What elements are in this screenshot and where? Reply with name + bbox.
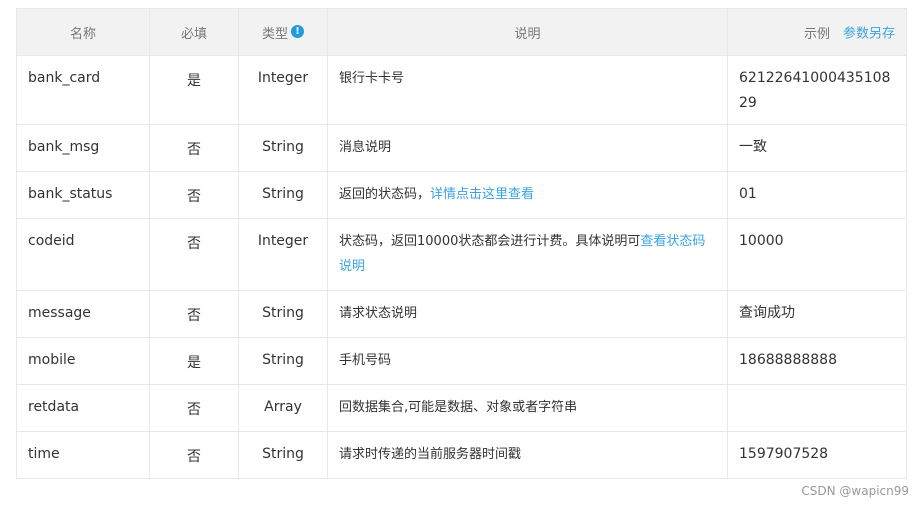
param-description: 返回的状态码，详情点击这里查看	[327, 171, 728, 219]
header-type: 类型!	[238, 8, 328, 56]
param-name: bank_msg	[16, 124, 150, 172]
header-type-label: 类型	[261, 26, 288, 42]
param-name: mobile	[16, 337, 150, 385]
info-circle-icon[interactable]: !	[291, 24, 304, 38]
param-required: 否	[149, 171, 239, 219]
param-name: message	[16, 290, 150, 338]
param-required: 否	[149, 384, 239, 432]
param-name: retdata	[16, 384, 150, 432]
save-params-link[interactable]: 参数另存	[843, 23, 895, 42]
details-link[interactable]: 详情点击这里查看	[430, 187, 534, 202]
param-required: 否	[149, 431, 239, 479]
param-type: String	[238, 290, 328, 338]
param-type: String	[238, 124, 328, 172]
description-text: 状态码，返回10000状态都会进行计费。具体说明可	[339, 234, 641, 249]
watermark: CSDN @wapicn99	[801, 484, 909, 498]
param-example: 1597907528	[727, 431, 907, 479]
param-type: String	[238, 337, 328, 385]
param-description: 消息说明	[327, 124, 728, 172]
param-required: 否	[149, 290, 239, 338]
header-required: 必填	[149, 8, 239, 56]
param-description: 请求状态说明	[327, 290, 728, 338]
param-description: 手机号码	[327, 337, 728, 385]
table-row: codeid 否 Integer 状态码，返回10000状态都会进行计费。具体说…	[16, 218, 907, 291]
table-row: bank_card 是 Integer 银行卡卡号 62122641000435…	[16, 55, 907, 125]
param-example: 01	[727, 171, 907, 219]
param-name: codeid	[16, 218, 150, 291]
description-text: 返回的状态码，	[339, 187, 431, 202]
param-type: String	[238, 431, 328, 479]
param-required: 否	[149, 218, 239, 291]
header-example: 示例 参数另存	[727, 8, 907, 56]
param-example: 一致	[727, 124, 907, 172]
table-row: retdata 否 Array 回数据集合,可能是数据、对象或者字符串	[16, 384, 907, 432]
param-description: 回数据集合,可能是数据、对象或者字符串	[327, 384, 728, 432]
param-description: 状态码，返回10000状态都会进行计费。具体说明可查看状态码说明	[327, 218, 728, 291]
param-name: time	[16, 431, 150, 479]
param-example: 6212264100043510829	[727, 55, 907, 125]
table-header-row: 名称 必填 类型! 说明 示例 参数另存	[16, 8, 907, 56]
param-example: 查询成功	[727, 290, 907, 338]
param-required: 是	[149, 55, 239, 125]
param-example: 10000	[727, 218, 907, 291]
header-description: 说明	[327, 8, 728, 56]
param-required: 否	[149, 124, 239, 172]
table-row: message 否 String 请求状态说明 查询成功	[16, 290, 907, 338]
header-name: 名称	[16, 8, 150, 56]
param-name: bank_card	[16, 55, 150, 125]
param-name: bank_status	[16, 171, 150, 219]
table-row: bank_msg 否 String 消息说明 一致	[16, 124, 907, 172]
param-type: Integer	[238, 218, 328, 291]
param-example: 18688888888	[727, 337, 907, 385]
param-type: Array	[238, 384, 328, 432]
param-required: 是	[149, 337, 239, 385]
params-table: 名称 必填 类型! 说明 示例 参数另存 bank_card 是 Integer…	[16, 8, 907, 479]
param-type: Integer	[238, 55, 328, 125]
table-row: mobile 是 String 手机号码 18688888888	[16, 337, 907, 385]
param-example	[727, 384, 907, 432]
param-description: 请求时传递的当前服务器时间戳	[327, 431, 728, 479]
param-description: 银行卡卡号	[327, 55, 728, 125]
param-type: String	[238, 171, 328, 219]
table-row: bank_status 否 String 返回的状态码，详情点击这里查看 01	[16, 171, 907, 219]
header-example-label: 示例	[803, 26, 830, 42]
table-row: time 否 String 请求时传递的当前服务器时间戳 1597907528	[16, 431, 907, 479]
